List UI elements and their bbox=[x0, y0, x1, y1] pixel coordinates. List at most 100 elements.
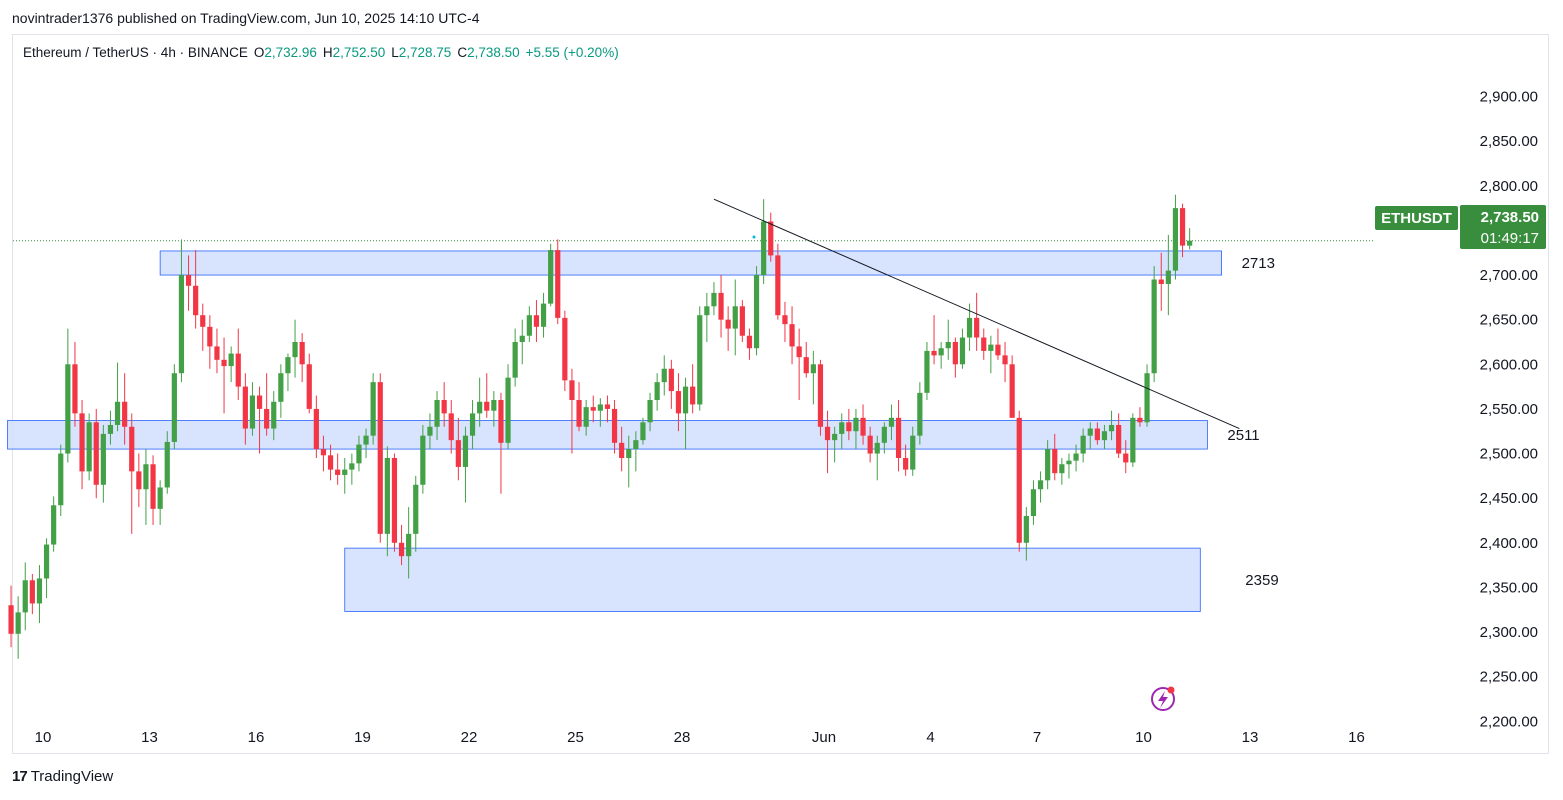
y-tick-label: 2,600.00 bbox=[1480, 356, 1538, 373]
candle-body bbox=[938, 348, 944, 356]
candle-body bbox=[768, 221, 774, 256]
candle-body bbox=[874, 442, 880, 454]
candle-body bbox=[583, 407, 589, 427]
candle-body bbox=[1073, 453, 1079, 461]
candle-body bbox=[576, 399, 582, 427]
candle-body bbox=[1066, 460, 1072, 465]
candle-body bbox=[682, 386, 689, 414]
candle-body bbox=[974, 317, 980, 338]
candle-body bbox=[79, 413, 85, 472]
x-tick-label: 16 bbox=[248, 729, 265, 746]
tradingview-brand: TradingView bbox=[30, 768, 114, 785]
candle-body bbox=[761, 221, 767, 276]
candle-body bbox=[406, 533, 412, 557]
candle-body bbox=[888, 417, 895, 427]
candle-body bbox=[753, 275, 760, 349]
candle-body bbox=[981, 337, 987, 351]
y-tick-label: 2,900.00 bbox=[1480, 89, 1538, 106]
candle-body bbox=[725, 319, 731, 329]
candle-body bbox=[143, 464, 149, 490]
high-value: 2,752.50 bbox=[332, 45, 386, 60]
x-tick-label: Jun bbox=[812, 729, 836, 746]
candle-body bbox=[739, 306, 745, 336]
open-value: 2,732.96 bbox=[264, 45, 317, 60]
candle-body bbox=[285, 357, 291, 374]
candle-body bbox=[157, 487, 163, 509]
candle-body bbox=[505, 377, 511, 443]
candle-body bbox=[455, 440, 461, 467]
candle-body bbox=[619, 442, 625, 458]
candle-body bbox=[675, 391, 682, 414]
candle-body bbox=[391, 457, 398, 543]
candle-body bbox=[1045, 449, 1051, 481]
candle-body bbox=[264, 408, 270, 429]
candle-body bbox=[590, 407, 596, 411]
candle-body bbox=[235, 353, 241, 387]
candle-body bbox=[519, 335, 525, 342]
x-tick-label: 13 bbox=[141, 729, 158, 746]
lightning-icon-bolt bbox=[1158, 691, 1168, 708]
y-tick-label: 2,650.00 bbox=[1480, 312, 1538, 329]
candle-body bbox=[1002, 355, 1008, 365]
candle-body bbox=[1172, 208, 1179, 271]
x-tick-label: 7 bbox=[1033, 729, 1041, 746]
candle-body bbox=[697, 315, 703, 405]
candle-body bbox=[626, 449, 632, 458]
candle-body bbox=[164, 441, 170, 488]
y-tick-label: 2,500.00 bbox=[1480, 446, 1538, 463]
candle-body bbox=[1030, 489, 1037, 516]
close-label: C bbox=[457, 45, 468, 60]
candle-body bbox=[114, 401, 121, 425]
candle-body bbox=[299, 341, 305, 365]
candle-body bbox=[995, 344, 1001, 356]
lightning-icon[interactable] bbox=[1151, 686, 1175, 711]
symbol-badge-label: ETHUSDT bbox=[1381, 210, 1452, 227]
candle-body bbox=[647, 399, 653, 423]
candle-body bbox=[512, 341, 518, 378]
candle-body bbox=[58, 453, 64, 506]
open-label: O bbox=[253, 45, 265, 60]
x-tick-label: 22 bbox=[461, 729, 478, 746]
candle-body bbox=[122, 401, 128, 427]
close-value: 2,738.50 bbox=[467, 45, 520, 60]
y-tick-label: 2,250.00 bbox=[1480, 669, 1538, 686]
candle-body bbox=[363, 435, 369, 445]
candle-body bbox=[434, 399, 440, 427]
candle-body bbox=[93, 422, 99, 485]
zone-label: 2713 bbox=[1242, 255, 1275, 272]
tradingview-footer[interactable]: 17 TradingView bbox=[12, 768, 113, 785]
zone-label: 2359 bbox=[1245, 572, 1278, 589]
candle-body bbox=[732, 306, 738, 329]
candle-body bbox=[498, 399, 504, 443]
candle-body bbox=[477, 401, 483, 414]
candle-body bbox=[36, 578, 43, 604]
candle-body bbox=[604, 404, 611, 409]
candle-body bbox=[413, 484, 419, 534]
candle-body bbox=[51, 505, 57, 545]
trendline bbox=[713, 198, 1240, 430]
candle-body bbox=[292, 341, 298, 358]
candle-body bbox=[320, 449, 327, 456]
candle-body bbox=[782, 315, 788, 325]
candle-body bbox=[832, 433, 838, 441]
candle-body bbox=[789, 324, 795, 347]
candle-body bbox=[718, 292, 724, 320]
chart-canvas[interactable]: 2713 2511 2359 2,200.00 2,250.00 2,300.00 2,35… bbox=[0, 0, 1563, 800]
zone-rect bbox=[344, 547, 1201, 612]
candle-body bbox=[427, 426, 433, 436]
candle-body bbox=[1052, 449, 1058, 474]
candle-body bbox=[704, 306, 710, 316]
candle-body bbox=[29, 580, 35, 604]
x-tick-label: 25 bbox=[567, 729, 584, 746]
high-label: H bbox=[322, 45, 333, 60]
candle-body bbox=[839, 422, 845, 434]
candle-body bbox=[562, 317, 568, 381]
candle-body bbox=[256, 395, 263, 409]
y-tick-label: 2,700.00 bbox=[1480, 267, 1538, 284]
candle-body bbox=[1179, 208, 1186, 246]
candle-body bbox=[278, 373, 284, 402]
candle-body bbox=[668, 368, 674, 392]
y-tick-label: 2,400.00 bbox=[1480, 535, 1538, 552]
candle-body bbox=[1009, 364, 1015, 418]
x-tick-label: 10 bbox=[1135, 729, 1152, 746]
